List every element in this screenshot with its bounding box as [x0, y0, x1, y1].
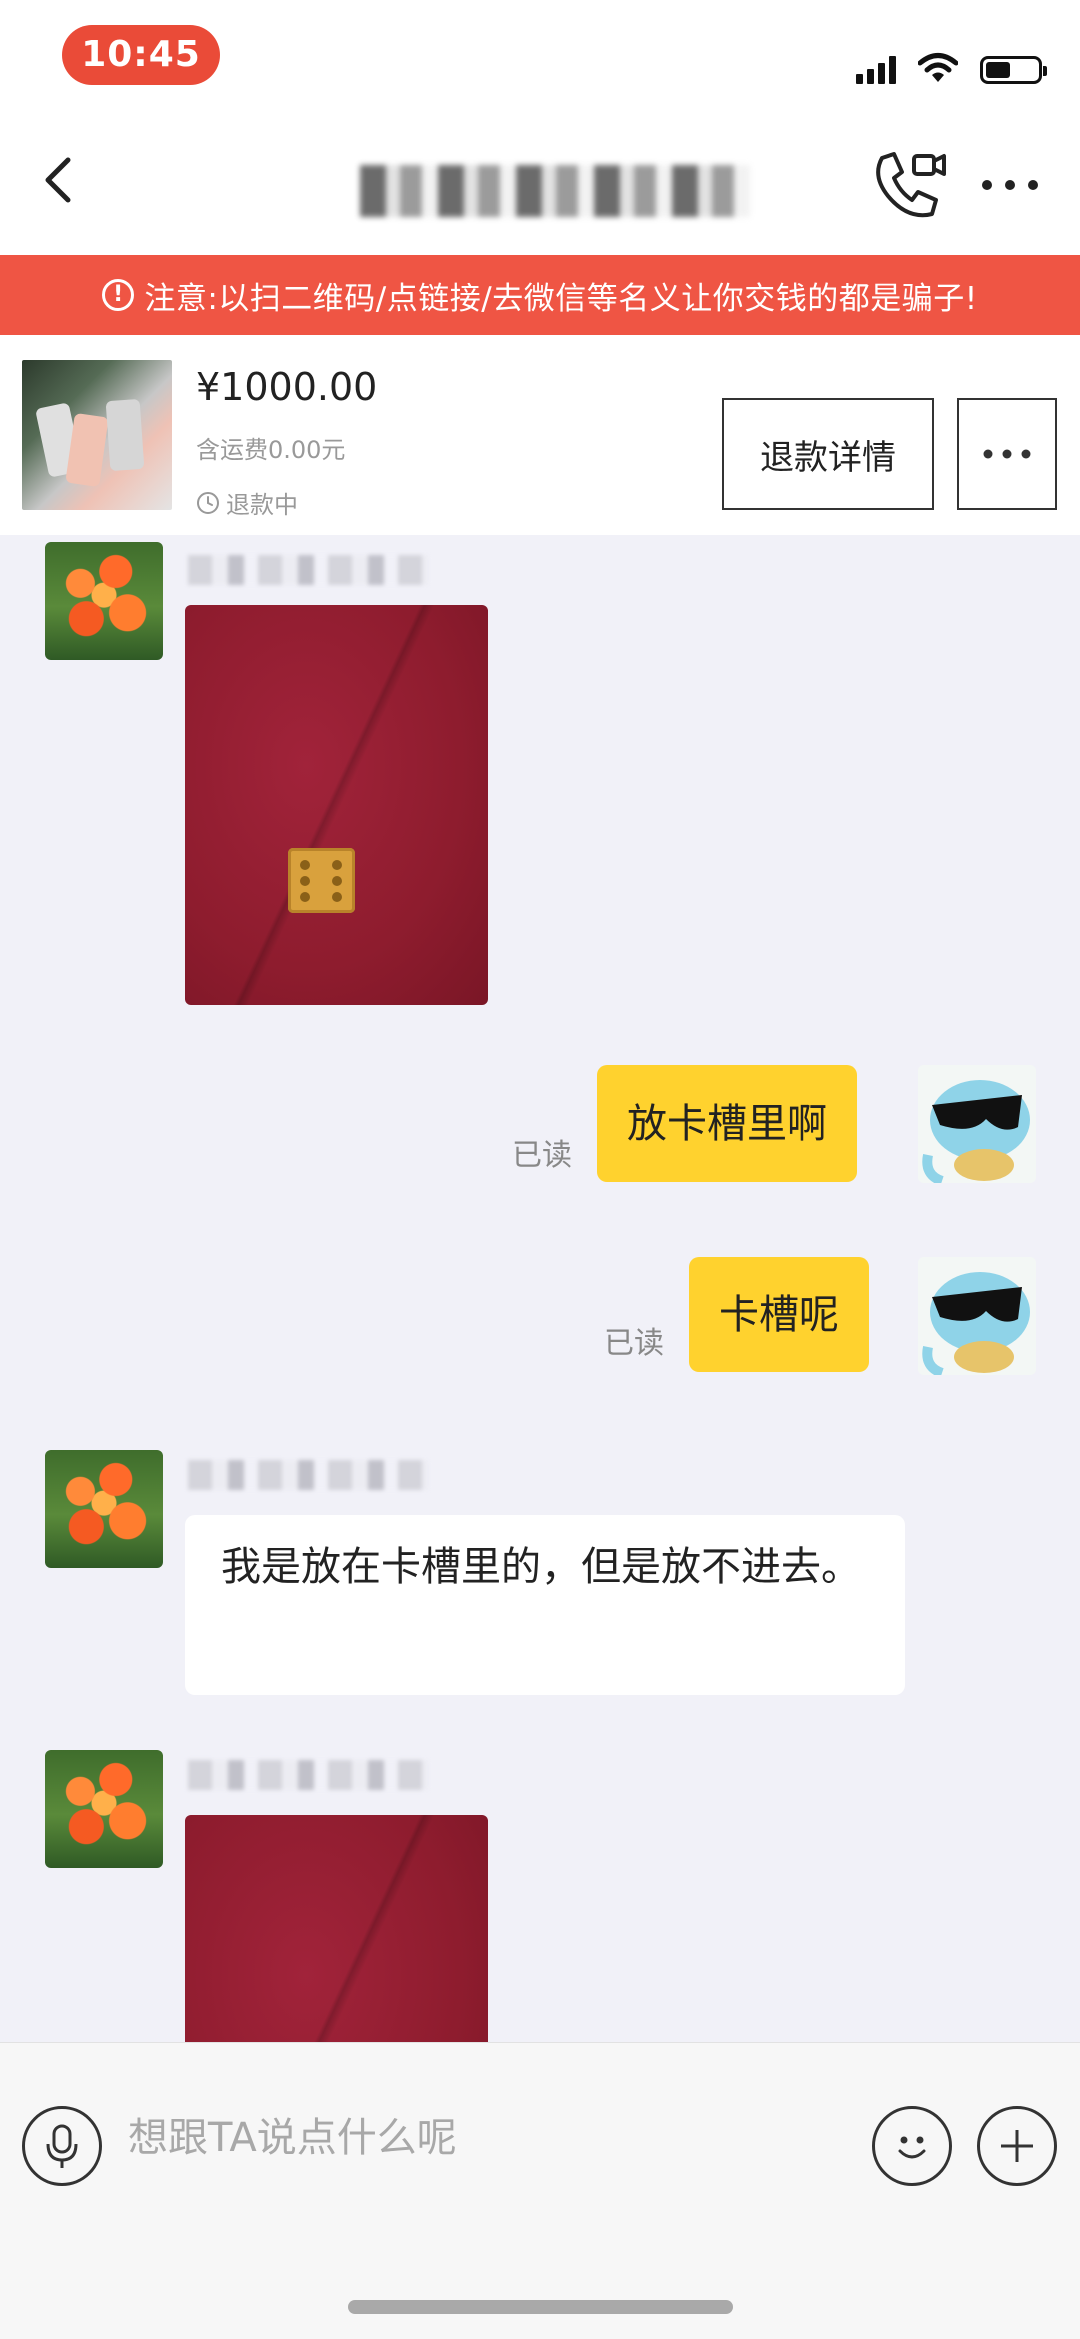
- sender-name: [188, 1460, 428, 1490]
- back-icon[interactable]: [30, 150, 90, 210]
- card-more-button[interactable]: [957, 398, 1057, 510]
- refund-status: 退款中: [196, 485, 298, 520]
- smiley-icon: [898, 2136, 926, 2159]
- message-input[interactable]: [128, 2103, 828, 2173]
- sender-name: [188, 1760, 428, 1790]
- image-message[interactable]: [185, 1815, 488, 2042]
- product-card[interactable]: ¥1000.00 含运费0.00元 退款中 退款详情: [0, 335, 1080, 535]
- plus-icon: [1001, 2130, 1033, 2162]
- message-text: 我是放在卡槽里的，但是放不进去。: [221, 1544, 861, 1590]
- video-call-icon[interactable]: [868, 148, 948, 226]
- message-bubble-sent[interactable]: 卡槽呢: [689, 1257, 869, 1372]
- read-receipt: 已读: [512, 1138, 572, 1173]
- message-bubble-received[interactable]: 我是放在卡槽里的，但是放不进去。: [185, 1515, 905, 1695]
- status-icons: [856, 44, 1047, 84]
- input-bar: [0, 2042, 1080, 2242]
- squirtle-sunglasses-icon: [918, 1065, 1036, 1183]
- warning-circle-icon: !: [102, 279, 135, 311]
- refund-status-text: 退款中: [226, 491, 298, 519]
- avatar-other[interactable]: [45, 1450, 163, 1568]
- wifi-icon: [918, 53, 958, 82]
- status-bar: 10:45: [0, 0, 1080, 110]
- refund-details-button[interactable]: 退款详情: [722, 398, 934, 510]
- bottom-safe-area: [0, 2242, 1080, 2339]
- avatar-self[interactable]: [918, 1257, 1036, 1375]
- avatar-other[interactable]: [45, 542, 163, 660]
- clock-icon: [197, 491, 219, 514]
- signal-icon: [856, 56, 896, 84]
- product-thumbnail[interactable]: [22, 360, 172, 510]
- sim-chip-image: [288, 848, 355, 913]
- fraud-warning-banner: ! 注意:以扫二维码/点链接/去微信等名义让你交钱的都是骗子!: [0, 255, 1080, 335]
- chat-messages[interactable]: 已读 放卡槽里啊 已读 卡槽呢 我是放在卡槽里的，但是放不进去。: [0, 535, 1080, 2042]
- chat-title-blurred: [360, 165, 750, 217]
- more-icon[interactable]: [975, 165, 1045, 205]
- avatar-self[interactable]: [918, 1065, 1036, 1183]
- image-message[interactable]: [185, 605, 488, 1005]
- home-indicator[interactable]: [348, 2300, 733, 2314]
- shipping-fee: 含运费0.00元: [196, 436, 346, 464]
- emoji-button[interactable]: [872, 2106, 952, 2186]
- read-receipt: 已读: [604, 1326, 664, 1361]
- avatar-other[interactable]: [45, 1750, 163, 1868]
- squirtle-sunglasses-icon: [918, 1257, 1036, 1375]
- microphone-icon: [46, 2124, 78, 2168]
- battery-icon: [980, 56, 1047, 84]
- voice-button[interactable]: [22, 2106, 102, 2186]
- add-button[interactable]: [977, 2106, 1057, 2186]
- product-price: ¥1000.00: [196, 365, 378, 409]
- status-time[interactable]: 10:45: [62, 25, 220, 85]
- warning-text: 注意:以扫二维码/点链接/去微信等名义让你交钱的都是骗子!: [144, 280, 978, 317]
- message-bubble-sent[interactable]: 放卡槽里啊: [597, 1065, 857, 1182]
- sender-name: [188, 555, 428, 585]
- more-icon: [983, 449, 1031, 459]
- nav-bar: [0, 110, 1080, 255]
